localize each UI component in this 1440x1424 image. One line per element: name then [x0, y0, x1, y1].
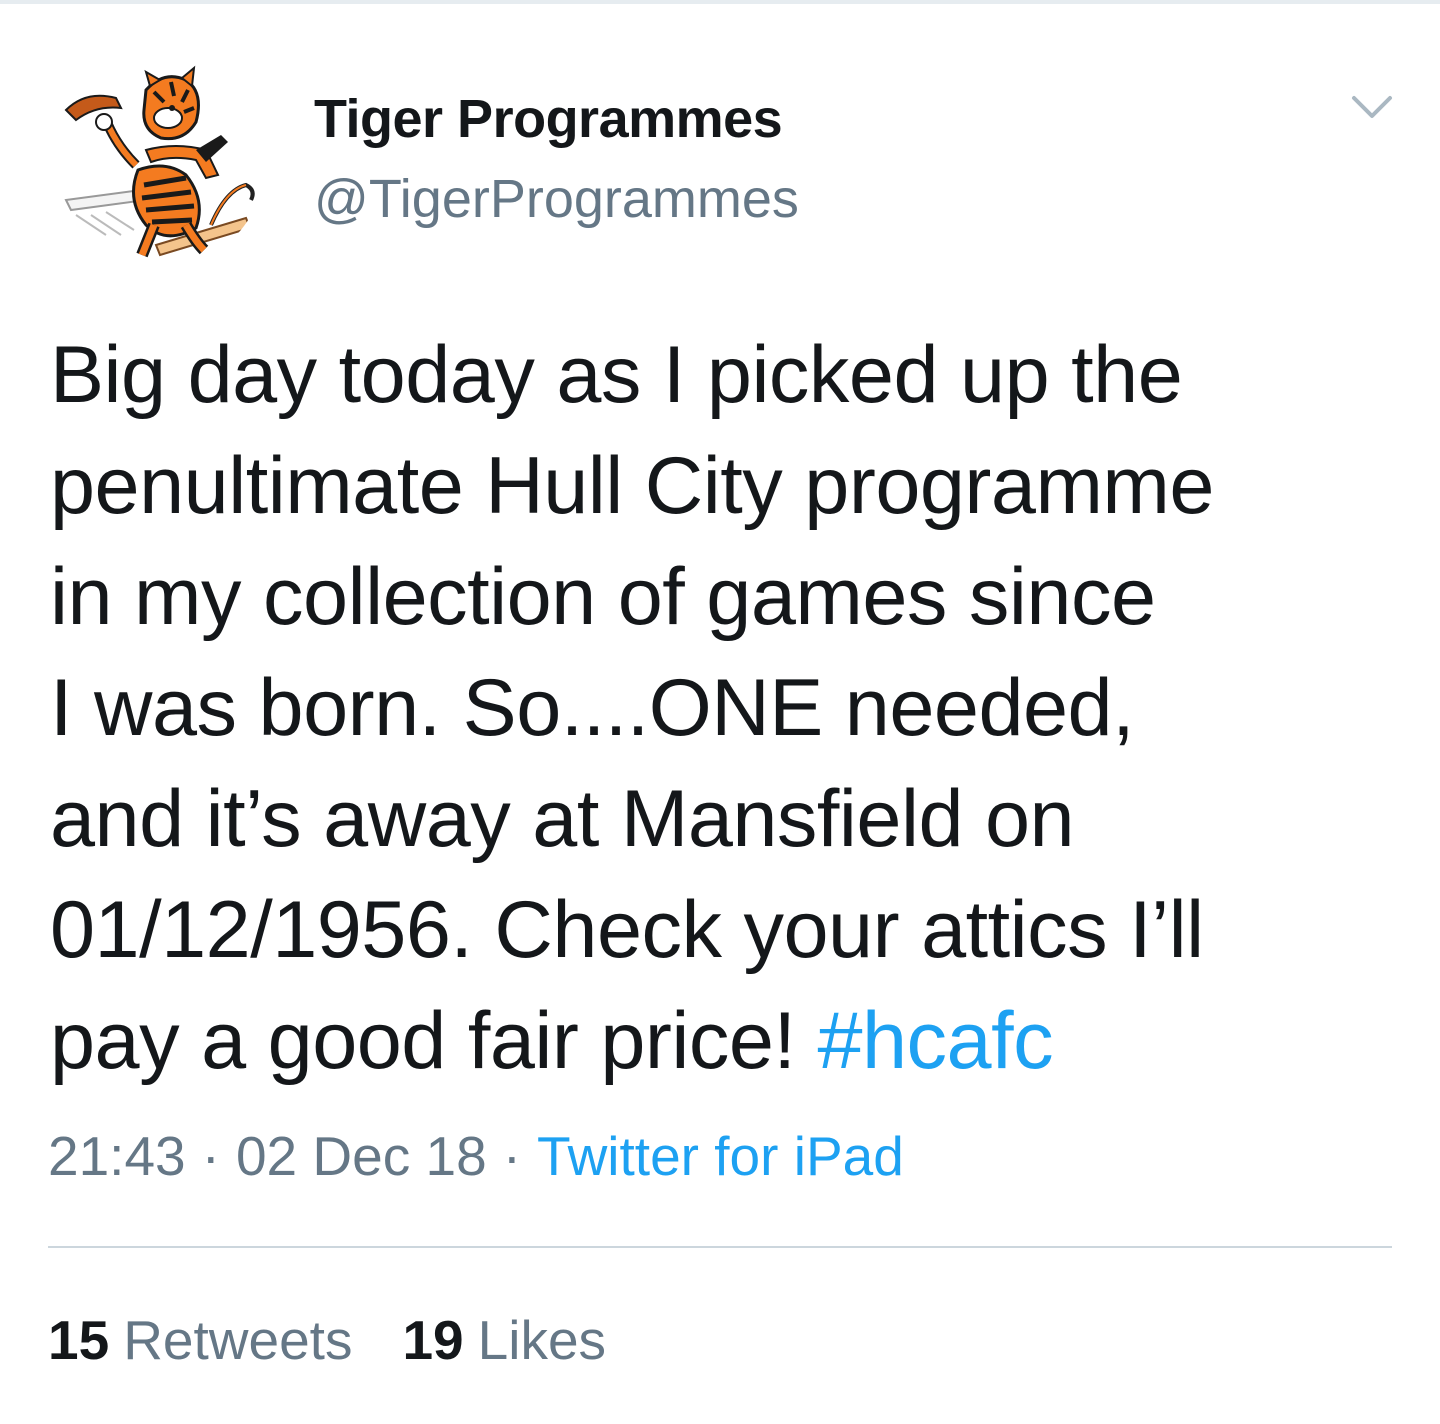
chevron-down-icon: [1352, 96, 1392, 118]
tweet-time: 21:43: [48, 1125, 186, 1187]
retweets-label: Retweets: [123, 1309, 353, 1371]
tweet-text-line: in my collection of games since: [50, 552, 1156, 642]
tweet-text-line: Big day today as I picked up the: [50, 330, 1183, 420]
divider: [48, 1246, 1392, 1248]
tweet-text-line: 01/12/1956. Check your attics I’ll: [50, 885, 1204, 975]
tweet-stats: 15 Retweets 19 Likes: [48, 1308, 606, 1372]
retweets-stat[interactable]: 15 Retweets: [48, 1308, 352, 1372]
likes-count: 19: [402, 1309, 464, 1371]
hashtag-link[interactable]: #hcafc: [817, 996, 1053, 1086]
tweet-text-last-line: pay a good fair price! #hcafc: [50, 986, 1420, 1097]
tweet-menu-button[interactable]: [1346, 88, 1398, 128]
avatar[interactable]: [46, 50, 266, 270]
likes-label: Likes: [477, 1309, 607, 1371]
tweet-text-line: and it’s away at Mansfield on: [50, 774, 1075, 864]
tweet-text: Big day today as I picked up the penulti…: [50, 320, 1420, 1097]
tiger-mascot-avatar-icon: [64, 65, 255, 258]
author-display-name[interactable]: Tiger Programmes: [314, 88, 783, 150]
tweet-card: Tiger Programmes @TigerProgrammes Big da…: [0, 0, 1440, 1424]
retweets-count: 15: [48, 1309, 110, 1371]
tweet-text-line: I was born. So....ONE needed,: [50, 663, 1135, 753]
tweet-metadata: 21:43 · 02 Dec 18 · Twitter for iPad: [48, 1124, 904, 1188]
likes-stat[interactable]: 19 Likes: [402, 1308, 606, 1372]
author-handle[interactable]: @TigerProgrammes: [314, 168, 799, 230]
tweet-date: 02 Dec 18: [235, 1125, 487, 1187]
tweet-source-link[interactable]: Twitter for iPad: [537, 1125, 904, 1187]
meta-separator: ·: [201, 1125, 220, 1187]
meta-separator: ·: [502, 1125, 522, 1187]
tweet-text-line: penultimate Hull City programme: [50, 441, 1214, 531]
tweet-text-line: pay a good fair price!: [50, 996, 818, 1086]
